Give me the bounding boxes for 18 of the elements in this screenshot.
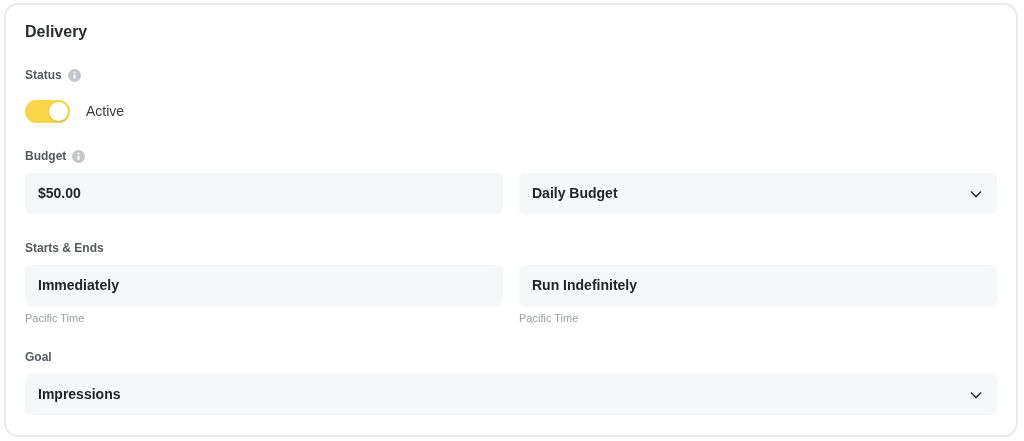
chevron-down-icon xyxy=(970,390,982,399)
dropdown[interactable]: Impressions xyxy=(25,374,997,415)
field-label: Budget xyxy=(25,148,67,165)
chevron-down-icon xyxy=(970,189,982,198)
info-icon[interactable] xyxy=(72,149,86,163)
input-field[interactable]: Immediately xyxy=(25,265,503,306)
toggle-switch[interactable] xyxy=(25,100,70,123)
section-title: Delivery xyxy=(25,22,89,42)
info-icon[interactable] xyxy=(67,68,81,82)
field-label: Goal xyxy=(25,349,52,366)
input-field[interactable]: $50.00 xyxy=(25,173,503,214)
status-text: Active xyxy=(86,102,125,121)
dropdown[interactable]: Daily Budget xyxy=(519,173,997,214)
field-label: Status xyxy=(25,67,62,84)
input-field[interactable]: Run Indefinitely xyxy=(519,265,997,306)
field-label: Starts & Ends xyxy=(25,240,104,257)
hint-text: Pacific Time xyxy=(519,311,580,325)
hint-text: Pacific Time xyxy=(25,311,86,325)
